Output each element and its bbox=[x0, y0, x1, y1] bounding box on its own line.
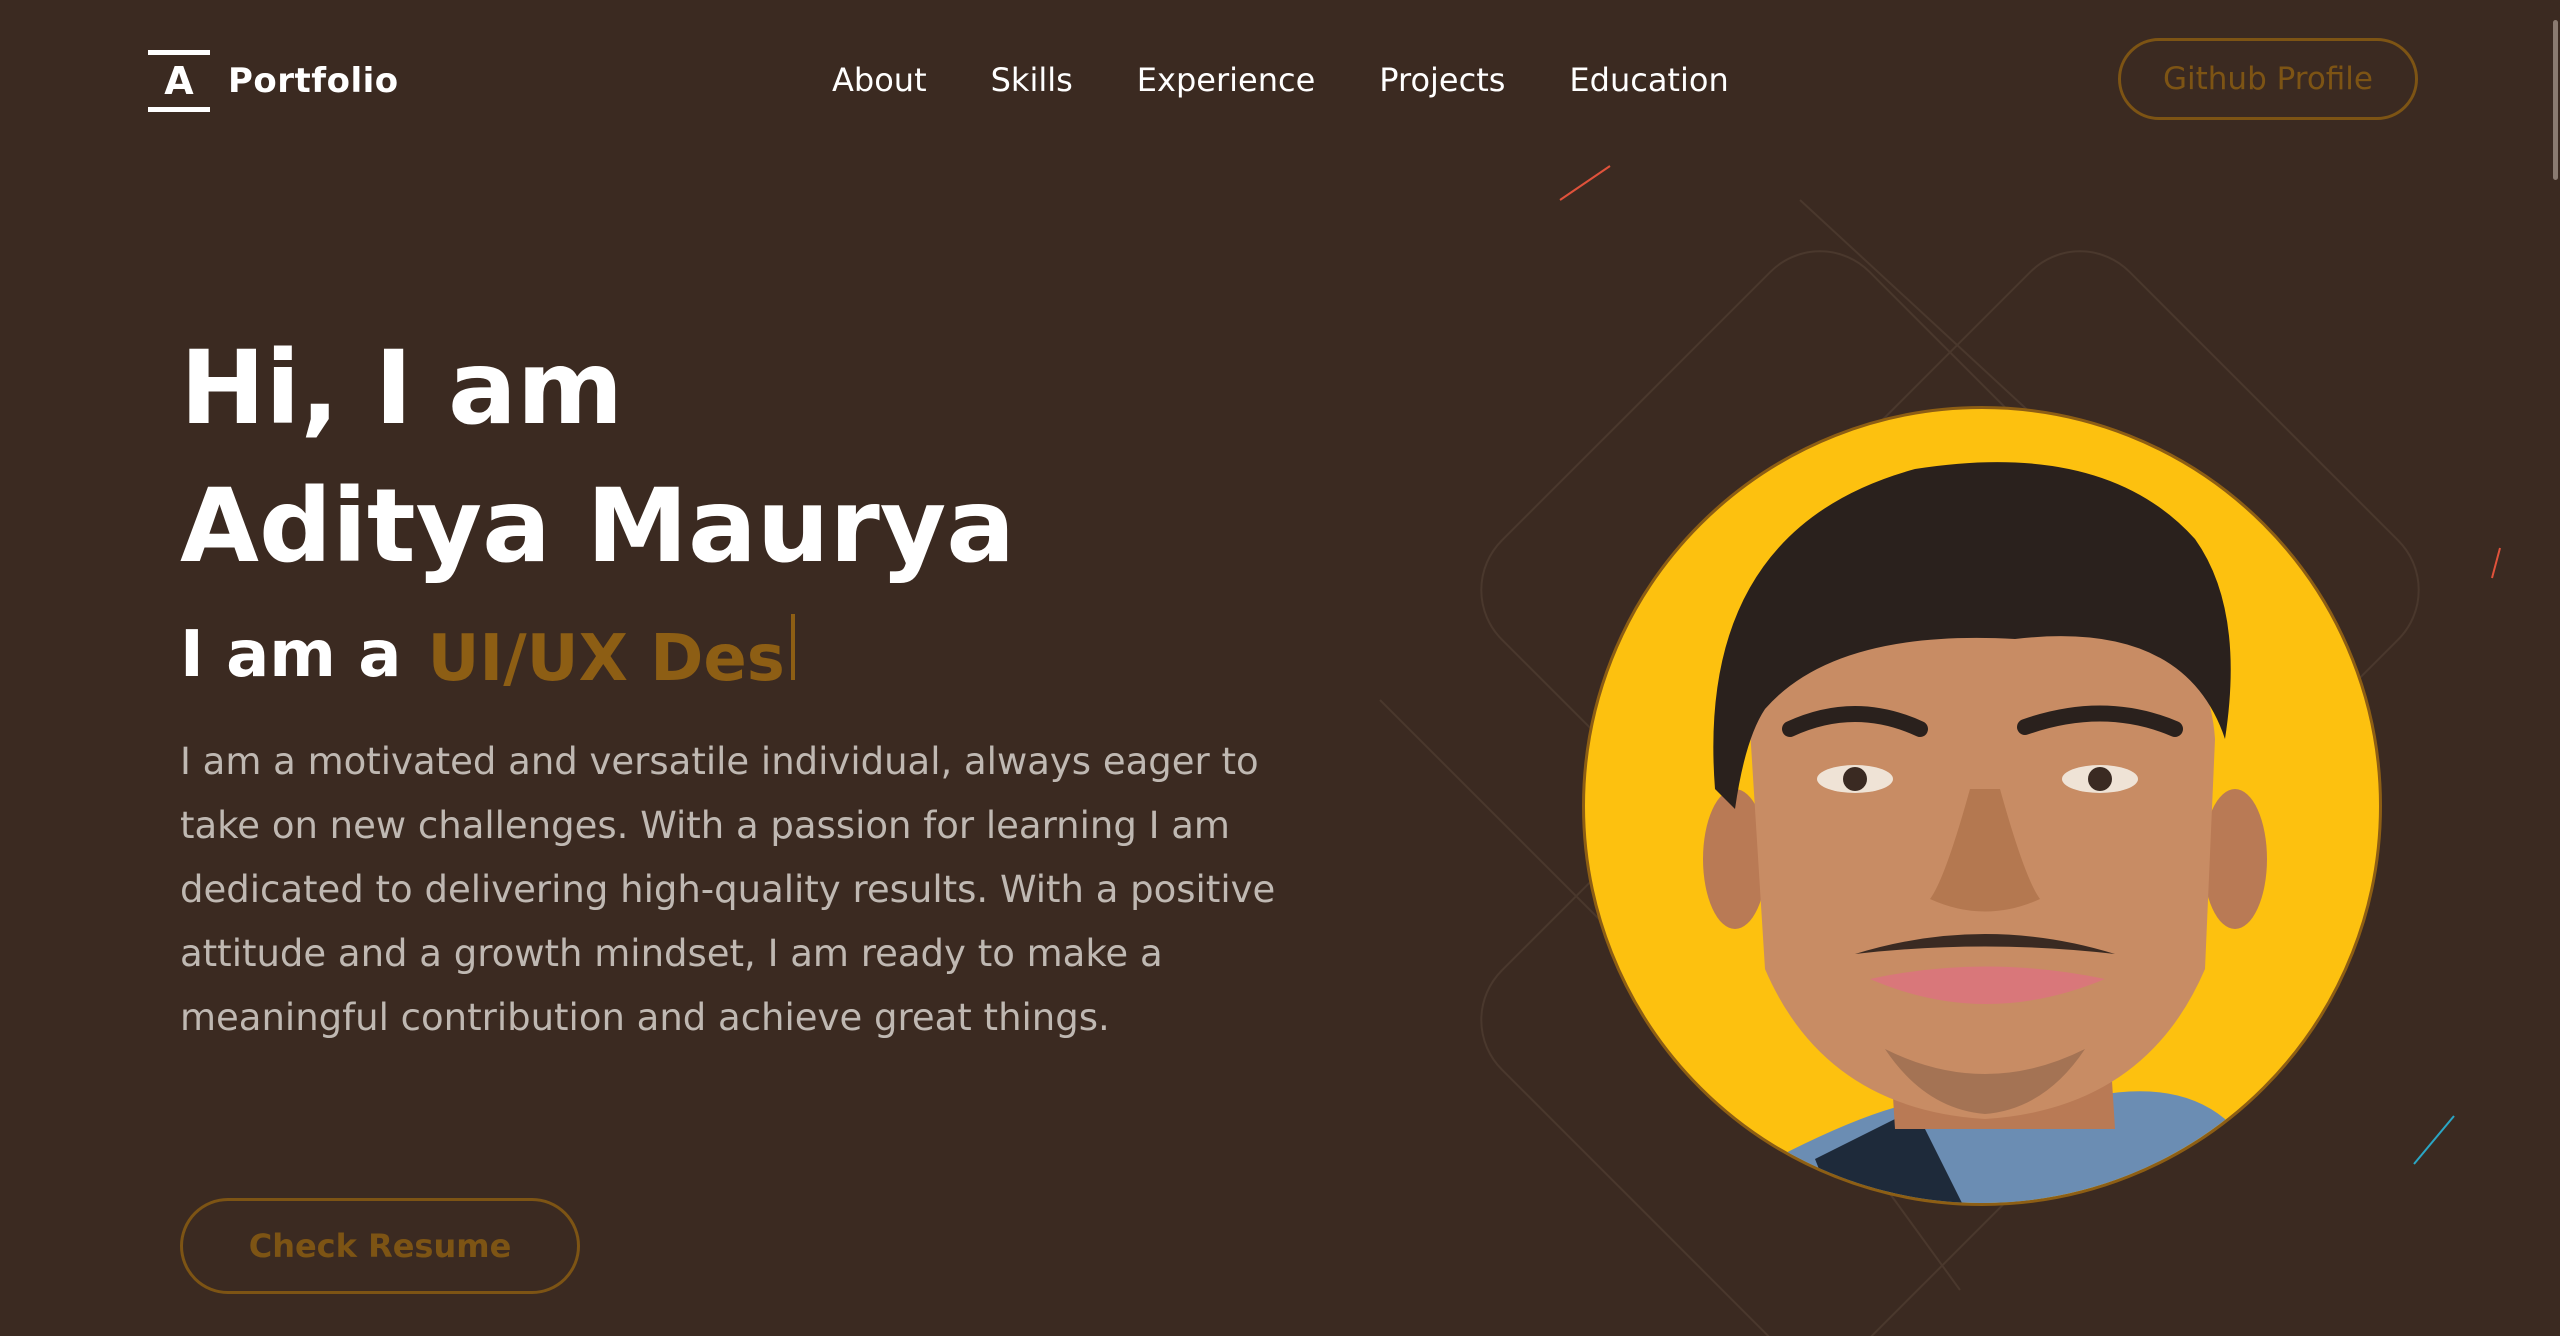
hero-greeting: Hi, I am bbox=[180, 329, 624, 448]
scrollbar[interactable] bbox=[2548, 0, 2560, 1336]
nav-menu: About Skills Experience Projects Educati… bbox=[832, 58, 1729, 102]
hero-bio: I am a motivated and versatile individua… bbox=[180, 740, 1276, 1039]
role-typed-text: UI/UX Des bbox=[427, 622, 785, 696]
logo-bar-bottom bbox=[148, 107, 210, 112]
role-typed-wrap: UI/UX Des bbox=[427, 614, 795, 696]
check-resume-button[interactable]: Check Resume bbox=[180, 1198, 580, 1294]
role-prefix: I am a bbox=[180, 618, 402, 692]
hero-name: Aditya Maurya bbox=[180, 467, 1016, 586]
logo-link[interactable]: A Portfolio bbox=[148, 50, 399, 112]
nav-link-education[interactable]: Education bbox=[1569, 58, 1728, 102]
nav-link-skills[interactable]: Skills bbox=[991, 58, 1073, 102]
shooting-star bbox=[1559, 165, 1611, 201]
shooting-star bbox=[2413, 1115, 2455, 1165]
logo-bar-top bbox=[148, 50, 210, 55]
hero-role: I am a UI/UX Des bbox=[180, 614, 1340, 696]
profile-photo bbox=[1703, 462, 2281, 1203]
typing-caret bbox=[790, 614, 795, 680]
nav-link-about[interactable]: About bbox=[832, 58, 927, 102]
github-profile-button[interactable]: Github Profile bbox=[2118, 38, 2418, 120]
navbar: A Portfolio About Skills Experience Proj… bbox=[0, 0, 2560, 160]
logo-icon: A bbox=[148, 50, 210, 112]
logo-letter: A bbox=[164, 59, 194, 103]
hero-section: Hi, I am Aditya Maurya I am a UI/UX Des … bbox=[180, 320, 1340, 1087]
logo-text: Portfolio bbox=[228, 61, 399, 101]
nav-link-projects[interactable]: Projects bbox=[1379, 58, 1505, 102]
shooting-star bbox=[2491, 547, 2501, 579]
scrollbar-thumb[interactable] bbox=[2553, 20, 2558, 180]
profile-photo-wrap bbox=[1582, 406, 2382, 1206]
nav-link-experience[interactable]: Experience bbox=[1137, 58, 1315, 102]
avatar bbox=[1582, 406, 2382, 1206]
